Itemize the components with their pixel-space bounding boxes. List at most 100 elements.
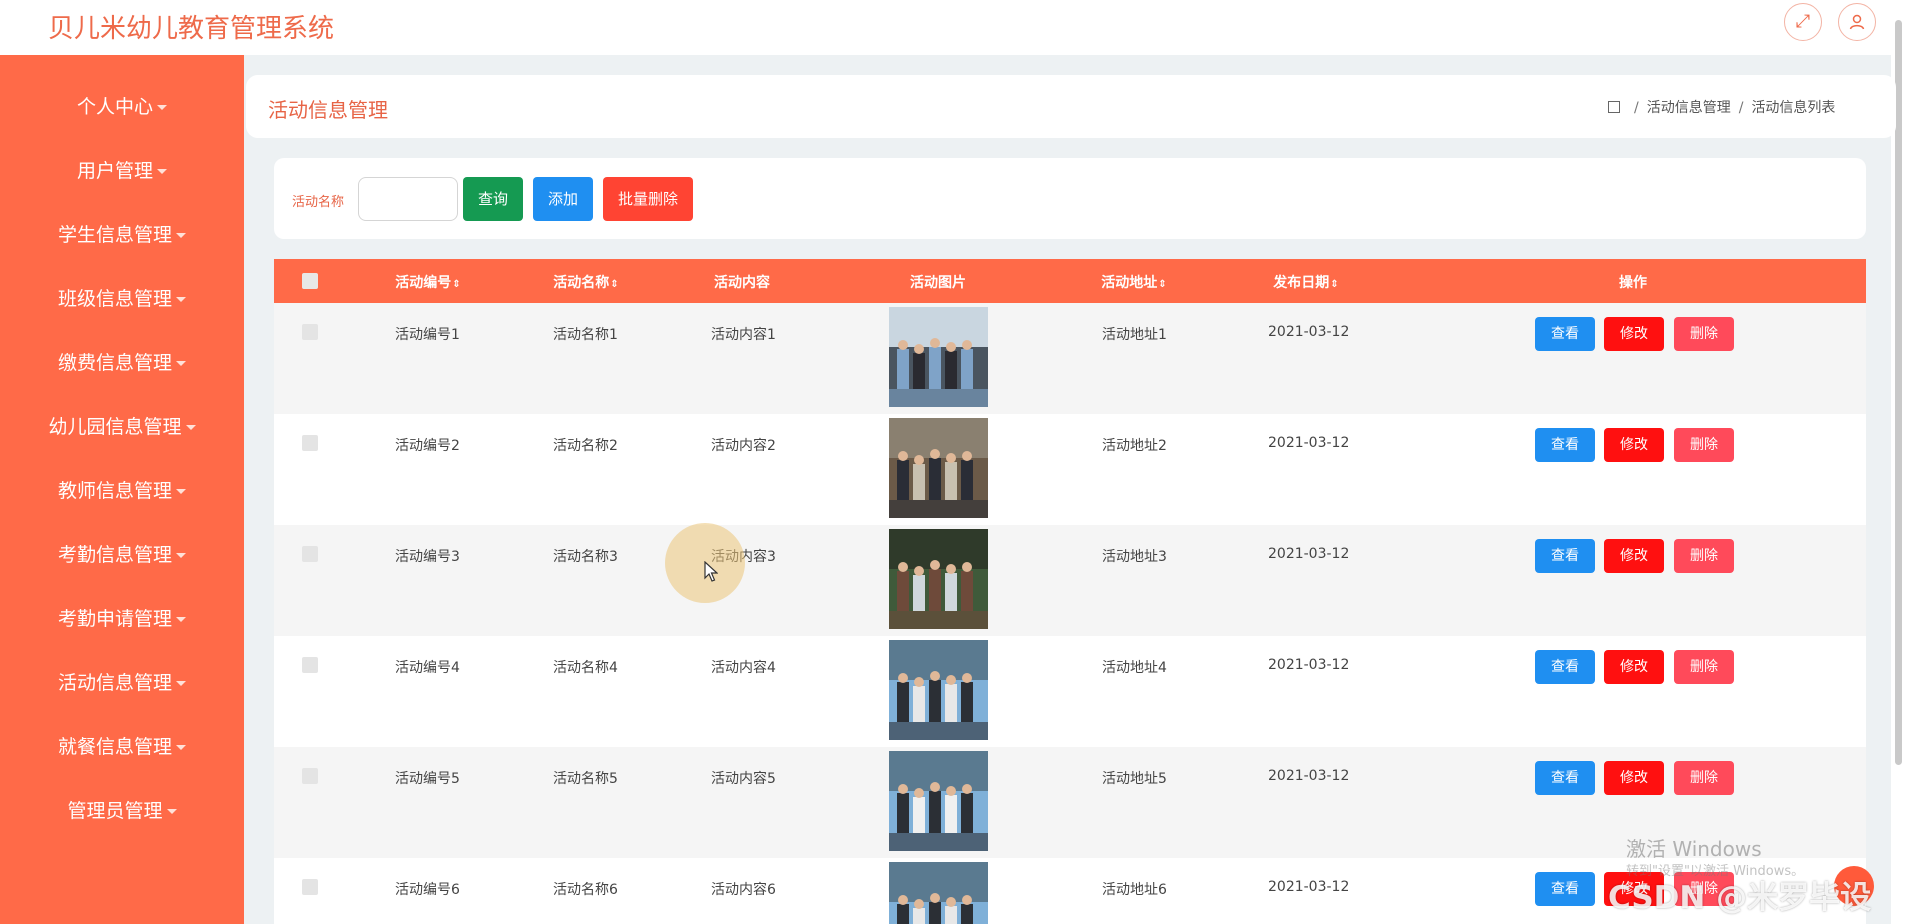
mouse-cursor-icon — [704, 561, 718, 582]
sidebar-item[interactable]: 幼儿园信息管理 — [0, 407, 244, 447]
sidebar-item[interactable]: 考勤申请管理 — [0, 599, 244, 639]
column-header-id[interactable]: 活动编号⇕ — [395, 272, 460, 292]
delete-button[interactable]: 删除 — [1674, 428, 1734, 462]
cell-activity-id: 活动编号2 — [395, 438, 460, 454]
select-all-checkbox[interactable] — [302, 273, 318, 289]
column-header-actions: 操作 — [1619, 275, 1647, 291]
sidebar-item[interactable]: 管理员管理 — [0, 791, 244, 831]
sidebar-item-label: 幼儿园信息管理 — [48, 416, 182, 438]
breadcrumb-item[interactable]: 活动信息管理 — [1647, 100, 1731, 116]
sidebar-item-label: 就餐信息管理 — [57, 736, 172, 758]
caret-down-icon — [176, 297, 186, 302]
view-button[interactable]: 查看 — [1535, 317, 1595, 351]
row-checkbox[interactable] — [302, 435, 318, 451]
batch-delete-button[interactable]: 批量删除 — [603, 177, 693, 221]
column-header-image: 活动图片 — [910, 275, 966, 291]
row-checkbox[interactable] — [302, 657, 318, 673]
activity-photo[interactable] — [889, 529, 988, 629]
edit-button[interactable]: 修改 — [1604, 317, 1664, 351]
cell-activity-content: 活动内容1 — [711, 327, 776, 343]
caret-down-icon — [185, 425, 196, 430]
sidebar: 个人中心用户管理学生信息管理 班级信息管理 缴费信息管理幼儿园信息管理教师信息管理考… — [0, 55, 244, 924]
query-button[interactable]: 查询 — [463, 177, 523, 221]
cell-activity-name: 活动名称4 — [553, 660, 618, 676]
sidebar-item-label: 用户管理 — [76, 160, 153, 182]
cell-activity-address: 活动地址6 — [1102, 882, 1167, 898]
activity-photo[interactable] — [889, 307, 988, 407]
column-header-content: 活动内容 — [714, 275, 770, 291]
sidebar-item[interactable]: 班级信息管理 — [0, 279, 244, 319]
edit-button[interactable]: 修改 — [1604, 428, 1664, 462]
sort-icon[interactable]: ⇕ — [610, 279, 618, 290]
user-icon[interactable] — [1838, 3, 1876, 41]
edit-button[interactable]: 修改 — [1604, 539, 1664, 573]
delete-button[interactable]: 删除 — [1674, 761, 1734, 795]
edit-button[interactable]: 修改 — [1604, 650, 1664, 684]
cell-publish-date: 2021-03-12 — [1268, 879, 1350, 895]
cell-activity-address: 活动地址1 — [1102, 327, 1167, 343]
activity-photo[interactable] — [889, 751, 988, 851]
sidebar-item[interactable]: 用户管理 — [0, 151, 244, 191]
row-checkbox[interactable] — [302, 768, 318, 784]
cell-activity-id: 活动编号4 — [395, 660, 460, 676]
sidebar-item-label: 活动信息管理 — [57, 672, 172, 694]
cell-publish-date: 2021-03-12 — [1268, 324, 1350, 340]
sidebar-item[interactable]: 教师信息管理 — [0, 471, 244, 511]
cell-activity-content: 活动内容6 — [711, 882, 776, 898]
view-button[interactable]: 查看 — [1535, 761, 1595, 795]
caret-down-icon — [157, 105, 167, 110]
cell-activity-content: 活动内容5 — [711, 771, 776, 787]
caret-down-icon — [157, 169, 167, 174]
view-button[interactable]: 查看 — [1535, 872, 1595, 906]
csdn-watermark: CSDN @米罗毕设 — [1608, 880, 1872, 916]
delete-button[interactable]: 删除 — [1674, 650, 1734, 684]
caret-down-icon — [176, 617, 186, 622]
view-button[interactable]: 查看 — [1535, 539, 1595, 573]
sort-icon[interactable]: ⇕ — [452, 279, 460, 290]
sidebar-item-label: 个人中心 — [76, 96, 153, 118]
scrollbar-thumb[interactable] — [1895, 20, 1902, 765]
sidebar-item[interactable]: 学生信息管理 — [0, 215, 244, 255]
activity-photo[interactable] — [889, 640, 988, 740]
sidebar-item[interactable]: 考勤信息管理 — [0, 535, 244, 575]
activity-photo[interactable] — [889, 418, 988, 518]
breadcrumb-item-current: 活动信息列表 — [1751, 100, 1836, 116]
cell-activity-content: 活动内容2 — [711, 438, 776, 454]
sort-icon[interactable]: ⇕ — [1158, 279, 1166, 290]
cell-activity-address: 活动地址5 — [1102, 771, 1167, 787]
activity-photo[interactable] — [889, 862, 988, 924]
edit-button[interactable]: 修改 — [1604, 761, 1664, 795]
page-title: 活动信息管理 — [268, 98, 388, 122]
app-title: 贝儿米幼儿教育管理系统 — [48, 14, 335, 44]
cell-activity-id: 活动编号5 — [395, 771, 460, 787]
sidebar-item-label: 考勤信息管理 — [57, 544, 172, 566]
cell-activity-id: 活动编号1 — [395, 327, 460, 343]
cell-activity-name: 活动名称2 — [553, 438, 618, 454]
sidebar-item-label: 考勤申请管理 — [57, 608, 172, 630]
add-button[interactable]: 添加 — [533, 177, 593, 221]
cell-activity-name: 活动名称5 — [553, 771, 618, 787]
activity-name-input[interactable] — [358, 177, 458, 221]
home-icon[interactable] — [1608, 101, 1620, 113]
cell-publish-date: 2021-03-12 — [1268, 546, 1350, 562]
row-checkbox[interactable] — [302, 546, 318, 562]
delete-button[interactable]: 删除 — [1674, 317, 1734, 351]
sidebar-item[interactable]: 就餐信息管理 — [0, 727, 244, 767]
table-row: 活动编号2 活动名称2 活动内容2 活动地址2 2021-03-12 查看 修改 删除 — [274, 414, 1866, 525]
fullscreen-icon[interactable]: ⤢ — [1784, 3, 1822, 41]
sidebar-item[interactable]: 缴费信息管理 — [0, 343, 244, 383]
column-header-name[interactable]: 活动名称⇕ — [553, 272, 618, 292]
sidebar-item[interactable]: 活动信息管理 — [0, 663, 244, 703]
row-checkbox[interactable] — [302, 879, 318, 895]
view-button[interactable]: 查看 — [1535, 650, 1595, 684]
delete-button[interactable]: 删除 — [1674, 539, 1734, 573]
row-checkbox[interactable] — [302, 324, 318, 340]
table-row: 活动编号1 活动名称1 活动内容1 活动地址1 2021-03-12 查看 修改 删除 — [274, 303, 1866, 414]
cell-activity-address: 活动地址4 — [1102, 660, 1167, 676]
sidebar-item[interactable]: 个人中心 — [0, 87, 244, 127]
column-header-date[interactable]: 发布日期⇕ — [1273, 272, 1338, 292]
table-row: 活动编号3活动名称3活动内容3活动地址32021-03-12查看修改删除 — [274, 525, 1866, 636]
view-button[interactable]: 查看 — [1535, 428, 1595, 462]
sort-icon[interactable]: ⇕ — [1330, 279, 1338, 290]
column-header-address[interactable]: 活动地址⇕ — [1101, 272, 1166, 292]
